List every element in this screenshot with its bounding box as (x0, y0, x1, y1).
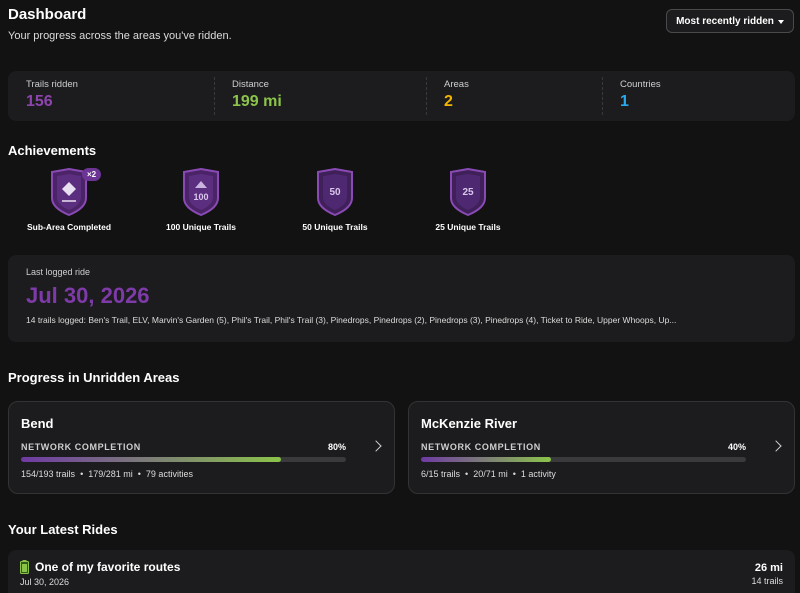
page-subtitle: Your progress across the areas you've ri… (8, 30, 232, 42)
area-activities: 1 activity (520, 469, 556, 479)
badge-50-unique-trails[interactable]: 50 50 Unique Trails (275, 168, 395, 232)
area-activities: 79 activities (145, 469, 193, 479)
area-meta: 6/15 trails • 20/71 mi • 1 activity (421, 469, 556, 479)
progress-title: Progress in Unridden Areas (8, 370, 180, 385)
badge-label: Sub-Area Completed (26, 222, 112, 232)
badge-number: 25 (462, 187, 474, 198)
page-title: Dashboard (8, 6, 87, 23)
area-distance: 20/71 mi (473, 469, 508, 479)
area-name: Bend (21, 416, 54, 431)
badge-number: 50 (329, 187, 341, 198)
last-ride-label: Last logged ride (26, 267, 91, 277)
badge-label: 100 Unique Trails (166, 222, 236, 232)
shield-icon: 100 (183, 168, 219, 216)
area-card-bend[interactable]: Bend NETWORK COMPLETION 80% 154/193 trai… (8, 401, 395, 494)
header: Dashboard Your progress across the areas… (8, 4, 794, 54)
stat-label: Distance (232, 79, 269, 90)
area-trails: 154/193 trails (21, 469, 76, 479)
shield-icon: 50 (317, 168, 353, 216)
battery-icon (20, 560, 29, 574)
stat-label: Areas (444, 79, 469, 90)
progress-fill (421, 457, 551, 462)
area-completion-percent: 40% (727, 442, 746, 452)
area-completion-label: NETWORK COMPLETION (421, 442, 541, 452)
badge-100-unique-trails[interactable]: 100 100 Unique Trails (141, 168, 261, 232)
chevron-down-icon (777, 19, 784, 24)
progress-bar (21, 457, 346, 462)
ride-date: Jul 30, 2026 (20, 577, 70, 587)
achievements-title: Achievements (8, 143, 97, 158)
ride-title-row: One of my favorite routes (20, 560, 783, 574)
area-completion-row: NETWORK COMPLETION 40% (421, 442, 746, 452)
sort-dropdown[interactable]: Most recently ridden (666, 9, 794, 33)
stat-value: 2 (444, 93, 453, 110)
area-meta: 154/193 trails • 179/281 mi • 79 activit… (21, 469, 193, 479)
last-ride-trails: 14 trails logged: Ben's Trail, ELV, Marv… (26, 315, 677, 325)
stat-value: 1 (620, 93, 629, 110)
ride-summary: 26 mi 14 trails (751, 562, 783, 586)
badge-count: ×2 (82, 168, 102, 181)
area-name: McKenzie River (421, 416, 518, 431)
stat-trails-ridden: Trails ridden 156 (8, 71, 214, 121)
ride-trails: 14 trails (751, 576, 783, 586)
area-completion-row: NETWORK COMPLETION 80% (21, 442, 346, 452)
stat-value: 156 (26, 93, 53, 110)
stat-areas: Areas 2 (426, 71, 602, 121)
badge-label: 25 Unique Trails (435, 222, 501, 232)
stat-countries: Countries 1 (602, 71, 792, 121)
stats-panel: Trails ridden 156 Distance 199 mi Areas … (8, 71, 795, 121)
stat-value: 199 mi (232, 93, 282, 110)
area-distance: 179/281 mi (88, 469, 133, 479)
progress-fill (21, 457, 281, 462)
area-completion-label: NETWORK COMPLETION (21, 442, 141, 452)
ride-distance: 26 mi (754, 562, 783, 574)
chevron-right-icon (370, 440, 382, 452)
shield-icon: 25 (450, 168, 486, 216)
latest-rides-title: Your Latest Rides (8, 522, 118, 537)
last-ride-card[interactable]: Last logged ride Jul 30, 2026 14 trails … (8, 255, 795, 342)
ride-card[interactable]: One of my favorite routes Jul 30, 2026 2… (8, 550, 795, 593)
ride-title: One of my favorite routes (35, 560, 181, 574)
chevron-right-icon (770, 440, 782, 452)
area-trails: 6/15 trails (421, 469, 461, 479)
last-ride-date: Jul 30, 2026 (26, 283, 150, 308)
badge-label: 50 Unique Trails (302, 222, 368, 232)
badge-sub-area-completed[interactable]: ×2 Sub-Area Completed (9, 168, 129, 232)
stat-label: Countries (620, 79, 661, 90)
badge-number: 100 (193, 192, 208, 202)
achievements-row: ×2 Sub-Area Completed 100 100 Unique Tra… (0, 168, 560, 240)
stat-label: Trails ridden (26, 79, 78, 90)
badge-25-unique-trails[interactable]: 25 25 Unique Trails (408, 168, 528, 232)
area-completion-percent: 80% (327, 442, 346, 452)
progress-bar (421, 457, 746, 462)
area-card-mckenzie-river[interactable]: McKenzie River NETWORK COMPLETION 40% 6/… (408, 401, 795, 494)
sort-dropdown-label: Most recently ridden (676, 15, 774, 27)
stat-distance: Distance 199 mi (214, 71, 426, 121)
